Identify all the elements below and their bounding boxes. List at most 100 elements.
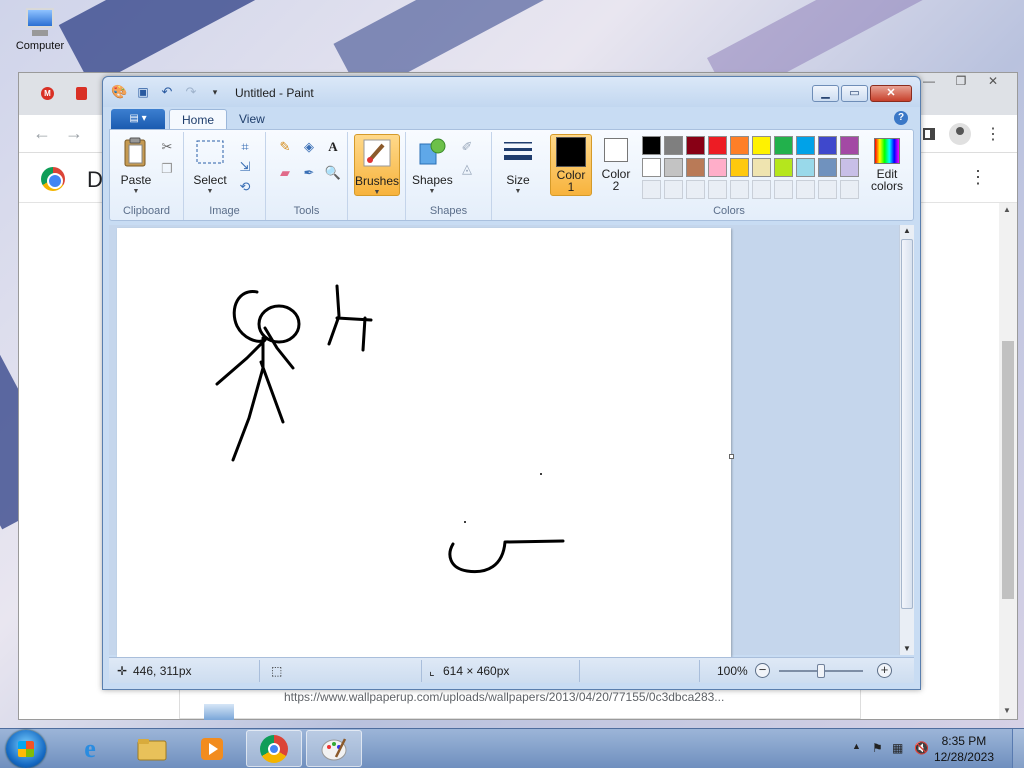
- lock-icon[interactable]: [76, 87, 87, 100]
- cut-icon[interactable]: ✂: [158, 138, 176, 156]
- palette-color-swatch[interactable]: [708, 158, 727, 177]
- minimize-button[interactable]: ▁: [812, 85, 839, 102]
- palette-color-swatch[interactable]: [774, 158, 793, 177]
- taskbar-explorer[interactable]: [124, 730, 180, 767]
- chrome-scrollbar[interactable]: ▲ ▼: [999, 203, 1017, 719]
- eraser-icon[interactable]: ▰: [276, 164, 294, 182]
- zoom-slider[interactable]: [779, 664, 863, 678]
- chrome-close-button[interactable]: ✕: [977, 73, 1009, 91]
- chrome-maximize-button[interactable]: ❐: [945, 73, 977, 91]
- shapes-dropdown-icon[interactable]: ▼: [412, 188, 452, 195]
- desktop-icon-computer[interactable]: Computer: [8, 6, 72, 52]
- copy-icon[interactable]: ❐: [158, 160, 176, 178]
- scroll-up-icon[interactable]: ▲: [903, 226, 911, 235]
- color1-button[interactable]: Color 1: [550, 134, 592, 196]
- crop-icon[interactable]: ⌗: [236, 138, 254, 156]
- network-icon[interactable]: ▦: [892, 741, 903, 755]
- palette-custom-slot[interactable]: [796, 180, 815, 199]
- file-menu-button[interactable]: ▤ ▾: [111, 109, 165, 129]
- palette-color-swatch[interactable]: [664, 136, 683, 155]
- chrome-menu-icon[interactable]: ⋮: [985, 124, 1001, 144]
- canvas-scrollbar-thumb[interactable]: [901, 239, 913, 609]
- maximize-button[interactable]: ▭: [841, 85, 868, 102]
- taskbar-ie[interactable]: e: [62, 730, 118, 767]
- rotate-icon[interactable]: ⟲: [236, 178, 254, 196]
- palette-color-swatch[interactable]: [840, 158, 859, 177]
- select-dropdown-icon[interactable]: ▼: [190, 188, 230, 195]
- fill-icon[interactable]: ◈: [300, 138, 318, 156]
- brushes-button[interactable]: Brushes ▼: [354, 134, 400, 196]
- palette-color-swatch[interactable]: [752, 136, 771, 155]
- pencil-icon[interactable]: ✎: [276, 138, 294, 156]
- show-hidden-icons[interactable]: ▲: [852, 741, 861, 751]
- clock[interactable]: 8:35 PM 12/28/2023: [934, 733, 994, 765]
- forward-icon[interactable]: →: [65, 123, 83, 144]
- show-desktop-button[interactable]: [1012, 729, 1024, 768]
- palette-color-swatch[interactable]: [818, 136, 837, 155]
- palette-color-swatch[interactable]: [730, 158, 749, 177]
- taskbar-media-player[interactable]: [184, 730, 240, 767]
- paste-dropdown-icon[interactable]: ▼: [116, 188, 156, 195]
- select-button[interactable]: Select ▼: [190, 136, 230, 195]
- size-button[interactable]: Size ▼: [498, 136, 538, 195]
- zoom-slider-knob[interactable]: [817, 664, 825, 678]
- side-panel-icon[interactable]: [923, 128, 935, 140]
- palette-custom-slot[interactable]: [708, 180, 727, 199]
- volume-muted-icon[interactable]: 🔇: [914, 741, 929, 755]
- taskbar-paint[interactable]: [306, 730, 362, 767]
- scroll-up-icon[interactable]: ▲: [1003, 205, 1011, 214]
- palette-custom-slot[interactable]: [840, 180, 859, 199]
- palette-color-swatch[interactable]: [796, 158, 815, 177]
- palette-color-swatch[interactable]: [840, 136, 859, 155]
- gmail-icon[interactable]: M: [41, 87, 54, 100]
- tab-home[interactable]: Home: [169, 109, 228, 129]
- close-button[interactable]: ✕: [870, 85, 912, 102]
- scroll-down-icon[interactable]: ▼: [1003, 706, 1011, 715]
- outline-icon[interactable]: ✐: [458, 138, 476, 156]
- zoom-out-button[interactable]: −: [755, 663, 770, 678]
- action-center-icon[interactable]: ⚑: [872, 741, 883, 755]
- palette-color-swatch[interactable]: [642, 136, 661, 155]
- page-menu-icon[interactable]: ⋮: [969, 167, 987, 188]
- palette-custom-slot[interactable]: [686, 180, 705, 199]
- size-dropdown-icon[interactable]: ▼: [498, 188, 538, 195]
- scroll-down-icon[interactable]: ▼: [903, 644, 911, 653]
- palette-color-swatch[interactable]: [796, 136, 815, 155]
- palette-color-swatch[interactable]: [642, 158, 661, 177]
- palette-color-swatch[interactable]: [664, 158, 683, 177]
- paint-window[interactable]: 🎨 ▣ ↶ ↷ ▾ Untitled - Paint ▁ ▭ ✕ ▤ ▾ Hom…: [102, 76, 921, 690]
- palette-color-swatch[interactable]: [774, 136, 793, 155]
- taskbar-chrome[interactable]: [246, 730, 302, 767]
- shapes-button[interactable]: Shapes ▼: [412, 136, 453, 195]
- back-icon[interactable]: ←: [33, 123, 51, 144]
- paste-button[interactable]: Paste ▼: [116, 136, 156, 195]
- palette-color-swatch[interactable]: [818, 158, 837, 177]
- scrollbar-thumb[interactable]: [1002, 341, 1014, 599]
- palette-custom-slot[interactable]: [752, 180, 771, 199]
- customize-qat-icon[interactable]: ▾: [207, 84, 223, 100]
- palette-custom-slot[interactable]: [774, 180, 793, 199]
- palette-custom-slot[interactable]: [818, 180, 837, 199]
- paint-titlebar[interactable]: 🎨 ▣ ↶ ↷ ▾ Untitled - Paint ▁ ▭ ✕: [103, 77, 920, 107]
- resize-handle-right[interactable]: [729, 454, 734, 459]
- palette-color-swatch[interactable]: [708, 136, 727, 155]
- zoom-in-button[interactable]: +: [877, 663, 892, 678]
- color2-button[interactable]: Color 2: [596, 134, 636, 192]
- palette-color-swatch[interactable]: [686, 158, 705, 177]
- profile-avatar-icon[interactable]: [949, 123, 971, 145]
- start-button[interactable]: [6, 730, 46, 768]
- brushes-dropdown-icon[interactable]: ▼: [355, 189, 399, 196]
- palette-custom-slot[interactable]: [730, 180, 749, 199]
- palette-custom-slot[interactable]: [642, 180, 661, 199]
- color-picker-icon[interactable]: ✒: [300, 164, 318, 182]
- redo-icon[interactable]: ↷: [183, 84, 199, 100]
- shape-fill-icon[interactable]: ◬: [458, 160, 476, 178]
- edit-colors-button[interactable]: Edit colors: [864, 134, 910, 192]
- paint-app-icon[interactable]: 🎨: [111, 84, 127, 100]
- magnifier-icon[interactable]: 🔍: [324, 164, 342, 182]
- text-icon[interactable]: A: [324, 138, 342, 156]
- canvas-scrollbar[interactable]: ▲ ▼: [899, 225, 914, 655]
- palette-color-swatch[interactable]: [686, 136, 705, 155]
- tab-view[interactable]: View: [227, 109, 277, 129]
- drawing-canvas[interactable]: [117, 228, 734, 657]
